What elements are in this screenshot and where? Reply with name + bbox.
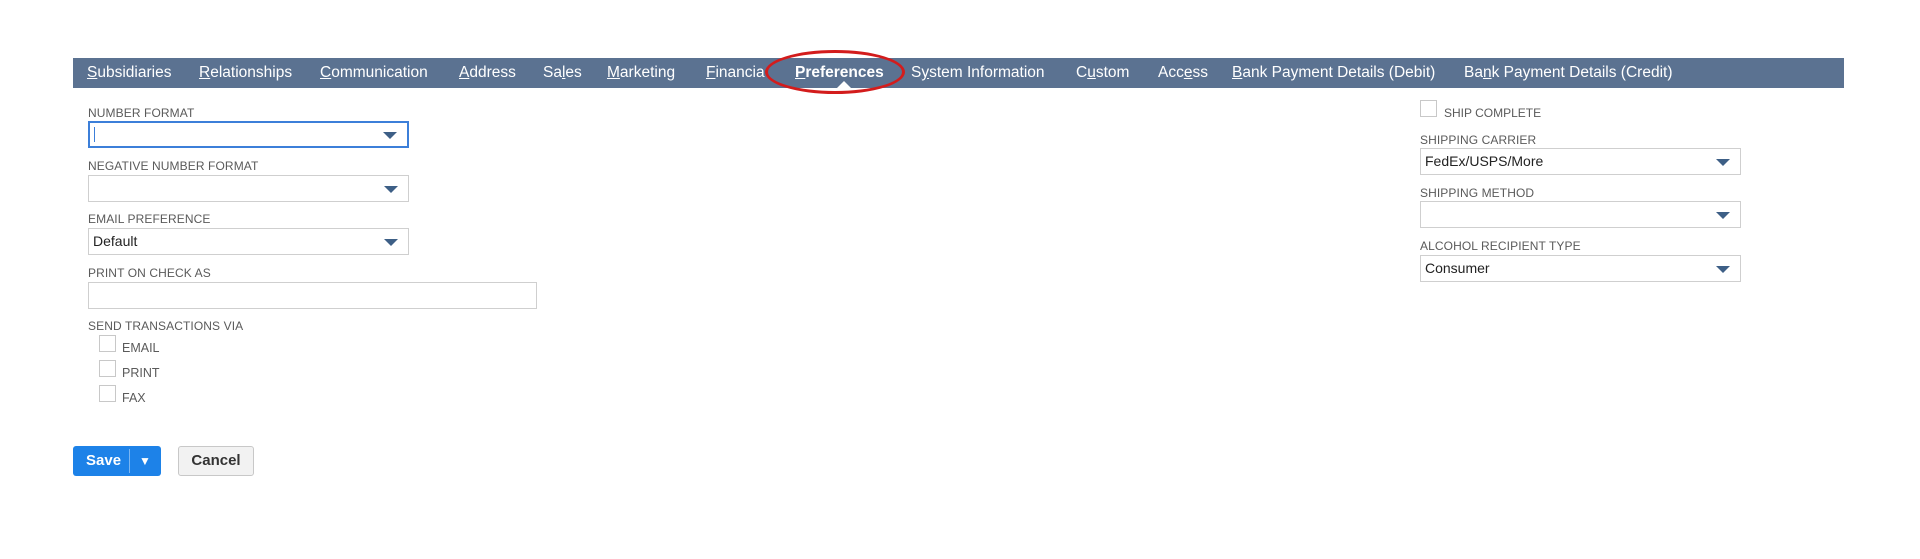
alcohol-recipient-type-select[interactable]: Consumer [1420, 255, 1741, 282]
print-on-check-as-label: PRINT ON CHECK AS [88, 266, 211, 280]
tab-relationships[interactable]: Relationships [199, 58, 292, 88]
email-checkbox[interactable] [99, 335, 116, 352]
send-transactions-via-label: SEND TRANSACTIONS VIA [88, 319, 244, 333]
tab-system-information[interactable]: System Information [911, 58, 1045, 88]
save-button-label: Save [86, 452, 122, 469]
alcohol-recipient-type-value: Consumer [1425, 260, 1490, 276]
save-button[interactable]: Save ▼ [73, 446, 161, 476]
cancel-button[interactable]: Cancel [178, 446, 254, 476]
fax-checkbox-label: FAX [122, 391, 146, 405]
highlight-circle-annotation [765, 50, 905, 94]
fax-checkbox[interactable] [99, 385, 116, 402]
shipping-carrier-value: FedEx/USPS/More [1425, 153, 1544, 169]
tab-financial[interactable]: Financia [706, 58, 765, 88]
email-preference-label: EMAIL PREFERENCE [88, 212, 211, 226]
print-checkbox[interactable] [99, 360, 116, 377]
tab-bank-payment-details-credit[interactable]: Bank Payment Details (Credit) [1464, 58, 1672, 88]
ship-complete-checkbox[interactable] [1420, 100, 1437, 117]
tab-communication[interactable]: Communication [320, 58, 428, 88]
print-checkbox-label: PRINT [122, 366, 160, 380]
dropdown-arrow-icon [384, 186, 398, 193]
dropdown-arrow-icon [383, 132, 397, 139]
email-checkbox-label: EMAIL [122, 341, 160, 355]
email-preference-select[interactable]: Default [88, 228, 409, 255]
number-format-select[interactable] [88, 121, 409, 148]
alcohol-recipient-type-label: ALCOHOL RECIPIENT TYPE [1420, 239, 1581, 253]
negative-number-format-label: NEGATIVE NUMBER FORMAT [88, 159, 259, 173]
dropdown-arrow-icon [1716, 159, 1730, 166]
ship-complete-label: SHIP COMPLETE [1444, 106, 1542, 120]
save-menu-dropdown-icon[interactable]: ▼ [139, 446, 151, 476]
tab-custom[interactable]: Custom [1076, 58, 1129, 88]
number-format-label: NUMBER FORMAT [88, 106, 195, 120]
print-on-check-as-input[interactable] [88, 282, 537, 309]
tab-subsidiaries[interactable]: Subsidiaries [87, 58, 171, 88]
dropdown-arrow-icon [384, 239, 398, 246]
subtab-bar: Subsidiaries Relationships Communication… [73, 58, 1844, 88]
tab-access[interactable]: Access [1158, 58, 1208, 88]
tab-sales[interactable]: Sales [543, 58, 582, 88]
shipping-carrier-label: SHIPPING CARRIER [1420, 133, 1537, 147]
tab-address[interactable]: Address [459, 58, 516, 88]
text-cursor [94, 127, 95, 142]
dropdown-arrow-icon [1716, 266, 1730, 273]
tab-bank-payment-details-debit[interactable]: Bank Payment Details (Debit) [1232, 58, 1435, 88]
shipping-method-label: SHIPPING METHOD [1420, 186, 1535, 200]
email-preference-value: Default [93, 233, 138, 249]
shipping-carrier-select[interactable]: FedEx/USPS/More [1420, 148, 1741, 175]
tab-marketing[interactable]: Marketing [607, 58, 675, 88]
save-button-divider [129, 449, 130, 473]
dropdown-arrow-icon [1716, 212, 1730, 219]
negative-number-format-select[interactable] [88, 175, 409, 202]
shipping-method-select[interactable] [1420, 201, 1741, 228]
